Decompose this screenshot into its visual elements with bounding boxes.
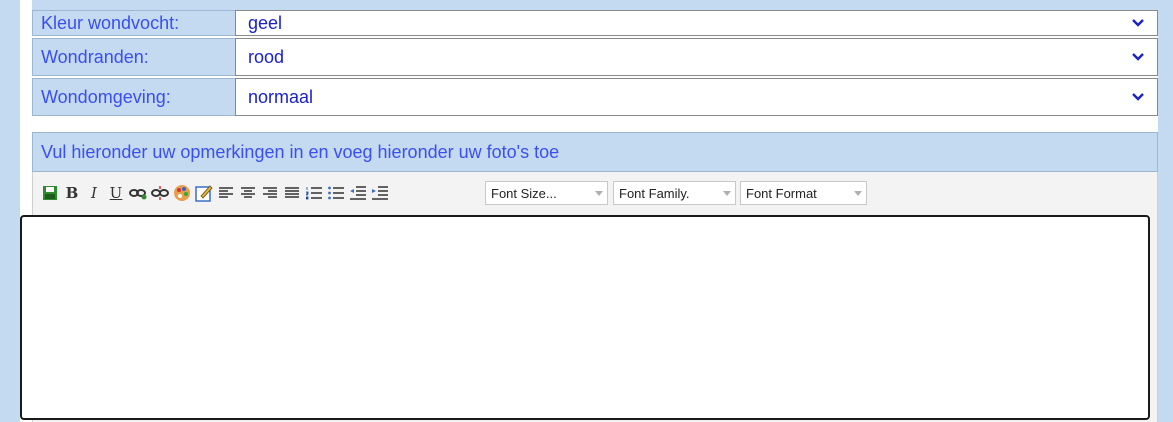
link-icon[interactable] xyxy=(129,183,147,203)
align-justify-icon[interactable] xyxy=(283,183,301,203)
wound-form: Kleur wondvocht: geel Wondranden: rood W… xyxy=(32,0,1158,118)
dropdown-arrow-icon xyxy=(723,191,731,196)
outdent-icon[interactable] xyxy=(349,183,367,203)
numbered-list-icon[interactable] xyxy=(305,183,323,203)
italic-icon[interactable]: I xyxy=(85,183,103,203)
editor-toolbar: B I U Font Size... Font Family. Font For… xyxy=(32,172,1158,212)
indent-icon[interactable] xyxy=(371,183,389,203)
save-icon[interactable] xyxy=(41,183,59,203)
dropdown-arrow-icon xyxy=(854,191,862,196)
unlink-icon[interactable] xyxy=(151,183,169,203)
edit-icon[interactable] xyxy=(195,183,213,203)
bold-icon[interactable]: B xyxy=(63,183,81,203)
dropdown-arrow-icon xyxy=(595,191,603,196)
kleur-wondvocht-select[interactable]: geel xyxy=(235,10,1158,36)
align-center-icon[interactable] xyxy=(239,183,257,203)
wondomgeving-label: Wondomgeving: xyxy=(32,78,235,116)
color-palette-icon[interactable] xyxy=(173,183,191,203)
chevron-down-icon xyxy=(1132,19,1144,27)
font-family-select[interactable]: Font Family. xyxy=(613,181,736,205)
chevron-down-icon xyxy=(1132,93,1144,101)
wondomgeving-value: normaal xyxy=(248,86,314,107)
remarks-notice: Vul hieronder uw opmerkingen in en voeg … xyxy=(32,132,1158,172)
wondranden-select[interactable]: rood xyxy=(235,38,1158,76)
wondranden-value: rood xyxy=(248,46,285,67)
form-row-wondomgeving: Wondomgeving: normaal xyxy=(32,78,1158,118)
kleur-wondvocht-value: geel xyxy=(248,12,283,33)
font-format-value: Font Format xyxy=(746,185,817,201)
font-format-select[interactable]: Font Format xyxy=(740,181,867,205)
align-right-icon[interactable] xyxy=(261,183,279,203)
toolbar-buttons: B I U xyxy=(41,182,393,204)
kleur-wondvocht-label: Kleur wondvocht: xyxy=(32,10,235,36)
chevron-down-icon xyxy=(1132,53,1144,61)
remarks-editor[interactable] xyxy=(20,215,1150,420)
bullet-list-icon[interactable] xyxy=(327,183,345,203)
font-family-value: Font Family. xyxy=(619,185,690,201)
form-row-wondranden: Wondranden: rood xyxy=(32,38,1158,78)
form-row-kleur-wondvocht: Kleur wondvocht: geel xyxy=(32,0,1158,38)
align-left-icon[interactable] xyxy=(217,183,235,203)
wondomgeving-select[interactable]: normaal xyxy=(235,78,1158,116)
font-size-value: Font Size... xyxy=(491,185,557,201)
underline-icon[interactable]: U xyxy=(107,183,125,203)
wondranden-label: Wondranden: xyxy=(32,38,235,76)
font-size-select[interactable]: Font Size... xyxy=(485,181,608,205)
